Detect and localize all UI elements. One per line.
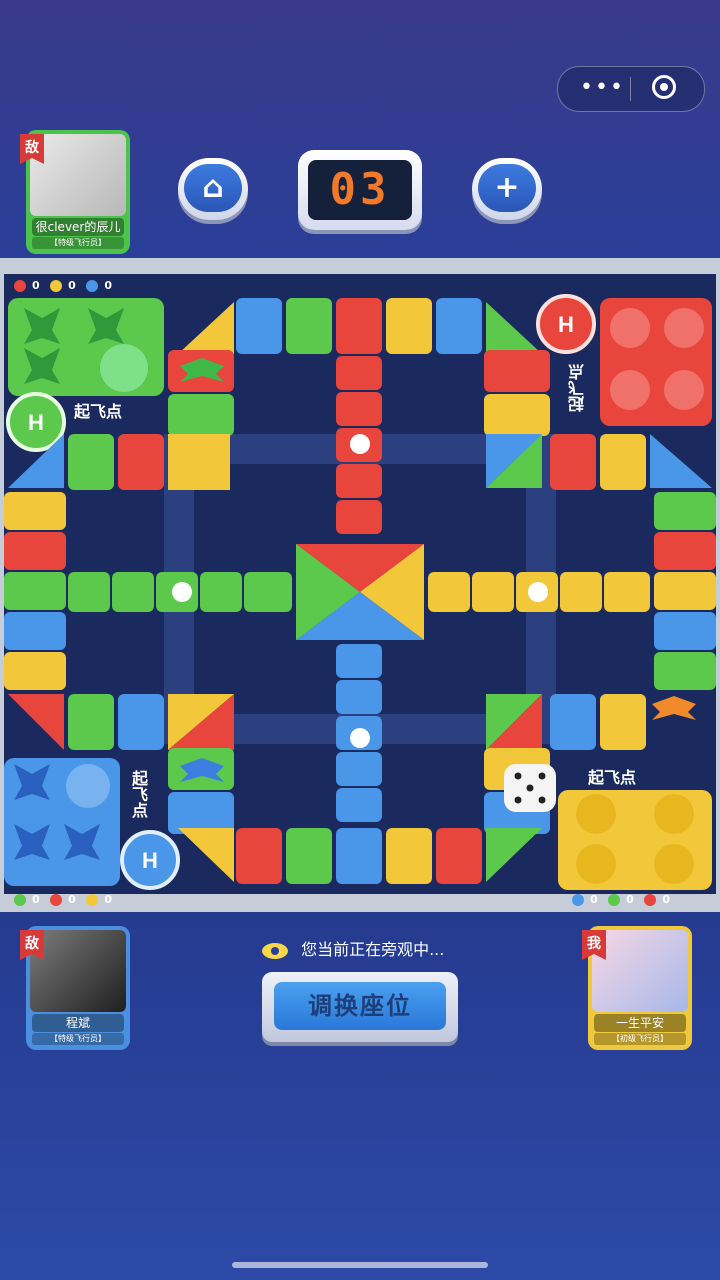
mini-program-capsule: ••• <box>557 66 705 112</box>
top-left-stats: 0 0 0 <box>14 278 112 294</box>
top-player-avatar <box>30 134 126 216</box>
bottom-right-player-rank: 【初级飞行员】 <box>594 1033 686 1045</box>
spectate-status: 您当前正在旁观中... <box>262 938 444 962</box>
svg-text:H: H <box>28 410 44 435</box>
swap-seat-button[interactable]: 调换座位 <box>262 972 458 1042</box>
bottom-right-player-card[interactable]: 我 一生平安 【初级飞行员】 <box>582 926 692 1050</box>
plus-button[interactable]: + <box>472 158 542 220</box>
bottom-left-stats: 0 0 0 <box>14 892 112 908</box>
top-player-rank: 【特级飞行员】 <box>32 237 124 249</box>
home-indicator[interactable] <box>232 1262 488 1268</box>
counter-value: 03 <box>308 160 412 220</box>
top-player-card[interactable]: 敌 很clever的辰儿 【特级飞行员】 <box>20 130 130 254</box>
svg-text:H: H <box>142 848 158 873</box>
eye-icon <box>262 942 288 959</box>
yellow-start-label: 起飞点 <box>588 768 637 787</box>
blue-start-label: 起飞点 <box>129 770 148 818</box>
capsule-divider <box>630 77 631 101</box>
bottom-right-player-name: 一生平安 <box>594 1014 686 1032</box>
bottom-right-player-avatar <box>592 930 688 1012</box>
board-graphic: H H H <box>4 294 716 890</box>
bottom-right-stats: 0 0 0 <box>572 892 670 908</box>
spectate-text: 您当前正在旁观中... <box>301 940 445 959</box>
game-board: H H H 起飞点 起飞点 起飞点 起飞点 <box>4 274 716 894</box>
bottom-left-player-card[interactable]: 敌 程斌 【特级飞行员】 <box>20 926 130 1050</box>
swap-seat-label: 调换座位 <box>274 982 446 1030</box>
home-icon: ⌂ <box>184 164 242 212</box>
target-circle-icon[interactable] <box>652 75 676 99</box>
red-start-label: 起飞点 <box>568 364 587 412</box>
bottom-left-player-rank: 【特级飞行员】 <box>32 1033 124 1045</box>
more-dots-icon[interactable]: ••• <box>580 77 625 99</box>
bottom-left-player-avatar <box>30 930 126 1012</box>
top-player-name: 很clever的辰儿 <box>32 218 124 236</box>
bottom-left-player-name: 程斌 <box>32 1014 124 1032</box>
counter-display: 03 <box>298 150 422 230</box>
green-start-label: 起飞点 <box>74 402 123 421</box>
plus-icon: + <box>478 164 536 212</box>
svg-text:H: H <box>558 312 574 337</box>
home-button[interactable]: ⌂ <box>178 158 248 220</box>
